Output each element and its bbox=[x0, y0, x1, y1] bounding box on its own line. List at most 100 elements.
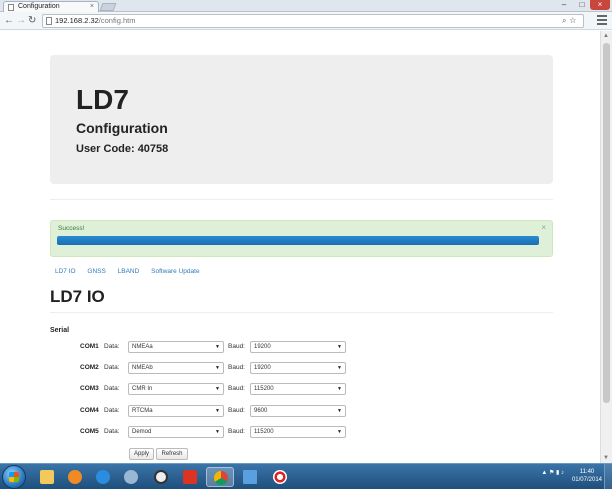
caret-down-icon: ▼ bbox=[337, 408, 342, 414]
user-code-label: User Code: bbox=[76, 143, 135, 155]
com5-baud-select[interactable]: 115200 ▼ bbox=[250, 426, 346, 438]
user-code: User Code: 40758 bbox=[76, 143, 527, 155]
scrollbar-thumb[interactable] bbox=[603, 43, 610, 403]
user-code-value: 40758 bbox=[137, 143, 169, 155]
compass-icon[interactable] bbox=[147, 467, 175, 487]
select-value: 9600 bbox=[254, 408, 268, 414]
section-title: LD7 IO bbox=[50, 287, 105, 306]
page-viewport: LD7 Configuration User Code: 40758 Succes… bbox=[0, 31, 600, 463]
clock[interactable]: 11:40 01/07/2014 bbox=[572, 468, 602, 484]
tab-close-icon[interactable]: × bbox=[90, 2, 94, 12]
caret-down-icon: ▼ bbox=[337, 386, 342, 392]
section-nav: LD7 IO GNSS LBAND Software Update bbox=[55, 268, 210, 275]
caret-down-icon: ▼ bbox=[215, 365, 220, 371]
nav-link-lband[interactable]: LBAND bbox=[118, 268, 140, 275]
com-row: COM3 Data: CMR In ▼ Baud: 115200 ▼ bbox=[80, 383, 350, 395]
select-value: Demod bbox=[132, 429, 152, 435]
data-label: Data: bbox=[104, 343, 120, 350]
com-name: COM2 bbox=[80, 364, 99, 371]
clock-time: 11:40 bbox=[579, 469, 595, 475]
refresh-button[interactable]: Refresh bbox=[156, 448, 188, 460]
caret-down-icon: ▼ bbox=[215, 344, 220, 350]
browser-tab-configuration[interactable]: Configuration × bbox=[3, 1, 99, 12]
page-favicon-icon bbox=[8, 4, 14, 11]
apply-button[interactable]: Apply bbox=[129, 448, 154, 460]
progress-bar bbox=[57, 236, 539, 245]
nav-link-ld7-io[interactable]: LD7 IO bbox=[55, 268, 76, 275]
alert-close-icon[interactable]: × bbox=[541, 223, 546, 232]
nav-link-software-update[interactable]: Software Update bbox=[151, 268, 199, 275]
com3-baud-select[interactable]: 115200 ▼ bbox=[250, 383, 346, 395]
url-host: 192.168.2.32 bbox=[55, 16, 99, 25]
browser-tab-title: Configuration bbox=[18, 3, 60, 10]
windows-taskbar: ▲ ⚑ ▮ ♪ 11:40 01/07/2014 bbox=[0, 463, 612, 489]
com-row: COM4 Data: RTCMa ▼ Baud: 9600 ▼ bbox=[80, 405, 350, 417]
url-path: /config.htm bbox=[98, 16, 136, 25]
target-icon[interactable] bbox=[266, 467, 294, 487]
page-scrollbar[interactable]: ▲ ▼ bbox=[600, 31, 612, 463]
caret-down-icon: ▼ bbox=[215, 386, 220, 392]
show-desktop-button[interactable] bbox=[604, 464, 612, 489]
internet-explorer-icon[interactable] bbox=[89, 467, 117, 487]
serial-group-label: Serial bbox=[50, 327, 70, 334]
com-name: COM3 bbox=[80, 385, 99, 392]
success-alert: Success! × bbox=[50, 220, 553, 257]
select-value: NMEAa bbox=[132, 344, 153, 350]
screen-icon[interactable] bbox=[236, 467, 264, 487]
system-tray-icons[interactable]: ▲ ⚑ ▮ ♪ bbox=[541, 469, 564, 476]
com-row: COM5 Data: Demod ▼ Baud: 115200 ▼ bbox=[80, 426, 350, 438]
divider bbox=[50, 312, 553, 313]
com2-data-select[interactable]: NMEAb ▼ bbox=[128, 362, 224, 374]
com5-data-select[interactable]: Demod ▼ bbox=[128, 426, 224, 438]
reload-icon[interactable]: ↻ bbox=[28, 15, 36, 27]
maximize-icon[interactable]: □ bbox=[574, 0, 590, 10]
nav-link-gnss[interactable]: GNSS bbox=[87, 268, 105, 275]
data-label: Data: bbox=[104, 407, 120, 414]
select-value: 115200 bbox=[254, 386, 274, 392]
com3-data-select[interactable]: CMR In ▼ bbox=[128, 383, 224, 395]
progress-track bbox=[57, 236, 539, 245]
tools-icon[interactable] bbox=[117, 467, 145, 487]
device-title: LD7 bbox=[76, 84, 129, 115]
baud-label: Baud: bbox=[228, 407, 245, 414]
window-close-icon[interactable]: × bbox=[590, 0, 610, 10]
bookmark-star-icon[interactable]: ☆ bbox=[569, 16, 579, 25]
com-row: COM2 Data: NMEAb ▼ Baud: 19200 ▼ bbox=[80, 362, 350, 374]
chrome-icon[interactable] bbox=[206, 467, 234, 487]
select-value: RTCMa bbox=[132, 408, 153, 414]
page-icon bbox=[46, 17, 52, 25]
browser-menu-icon[interactable] bbox=[597, 15, 607, 26]
select-value: CMR In bbox=[132, 386, 153, 392]
com2-baud-select[interactable]: 19200 ▼ bbox=[250, 362, 346, 374]
windows-start-icon[interactable] bbox=[2, 465, 26, 489]
com4-baud-select[interactable]: 9600 ▼ bbox=[250, 405, 346, 417]
caret-down-icon: ▼ bbox=[215, 408, 220, 414]
com-name: COM4 bbox=[80, 407, 99, 414]
new-tab-button[interactable] bbox=[99, 3, 117, 11]
com4-data-select[interactable]: RTCMa ▼ bbox=[128, 405, 224, 417]
com-name: COM1 bbox=[80, 343, 99, 350]
browser-tab-bar: Configuration × – □ × bbox=[0, 0, 612, 12]
data-label: Data: bbox=[104, 428, 120, 435]
caret-down-icon: ▼ bbox=[215, 429, 220, 435]
page-subtitle: Configuration bbox=[76, 120, 168, 136]
forward-arrow-icon[interactable]: → bbox=[16, 15, 26, 27]
data-label: Data: bbox=[104, 364, 120, 371]
scroll-down-icon[interactable]: ▼ bbox=[603, 455, 609, 461]
red-app-icon[interactable] bbox=[176, 467, 204, 487]
com-row: COM1 Data: NMEAa ▼ Baud: 19200 ▼ bbox=[80, 341, 350, 353]
com1-data-select[interactable]: NMEAa ▼ bbox=[128, 341, 224, 353]
address-bar[interactable]: 192.168.2.32/config.htm ⌕☆ bbox=[42, 14, 584, 28]
select-value: 19200 bbox=[254, 365, 271, 371]
folder-icon[interactable] bbox=[33, 467, 61, 487]
caret-down-icon: ▼ bbox=[337, 429, 342, 435]
minimize-icon[interactable]: – bbox=[556, 0, 572, 10]
com-name: COM5 bbox=[80, 428, 99, 435]
baud-label: Baud: bbox=[228, 428, 245, 435]
media-player-icon[interactable] bbox=[61, 467, 89, 487]
clock-date: 01/07/2014 bbox=[571, 477, 602, 483]
scroll-up-icon[interactable]: ▲ bbox=[603, 33, 609, 39]
back-arrow-icon[interactable]: ← bbox=[4, 15, 14, 27]
com1-baud-select[interactable]: 19200 ▼ bbox=[250, 341, 346, 353]
select-value: 19200 bbox=[254, 344, 271, 350]
